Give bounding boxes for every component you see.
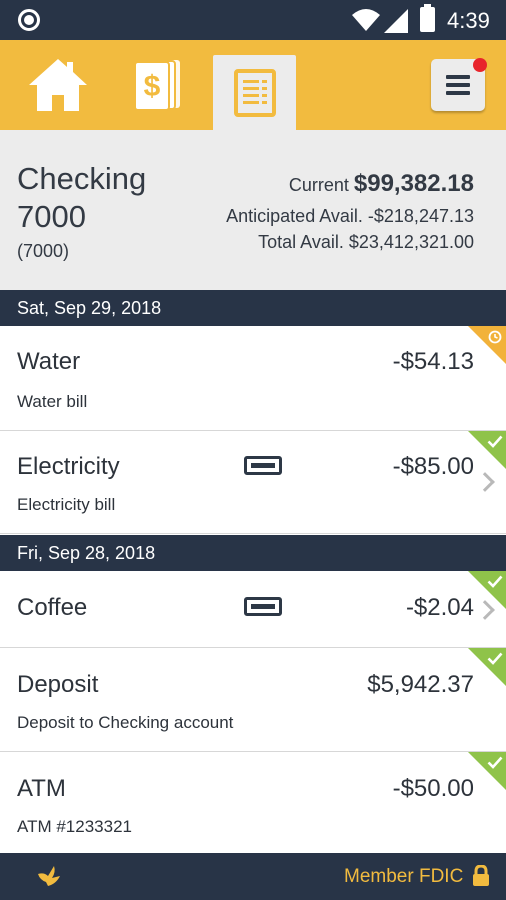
member-fdic-text: Member FDIC (344, 866, 464, 887)
top-nav: $ (0, 40, 506, 130)
battery-icon (420, 4, 435, 32)
checkmark-icon (487, 575, 503, 588)
wifi-icon (352, 9, 380, 31)
transaction-name: Electricity (17, 453, 120, 480)
hamburger-menu-icon (446, 75, 470, 79)
dollar-bill-icon: $ (134, 60, 180, 111)
transaction-row[interactable]: ATM -$50.00 ATM #1233321 (0, 752, 506, 853)
transaction-amount: -$2.04 (405, 594, 474, 621)
anticipated-balance: Anticipated Avail. -$218,247.13 (226, 206, 474, 226)
transaction-description: Water bill (17, 392, 88, 411)
tab-home[interactable] (18, 40, 98, 130)
footer: Member FDIC (0, 853, 506, 900)
checkmark-icon (487, 652, 503, 665)
clock: 4:39 (447, 8, 490, 33)
transaction-row[interactable]: Coffee -$2.04 (0, 571, 506, 648)
account-number: (7000) (17, 241, 70, 261)
tab-payments[interactable]: $ (118, 40, 198, 130)
transaction-description: ATM #1233321 (17, 817, 132, 836)
transaction-description: Deposit to Checking account (17, 713, 234, 732)
home-icon (29, 59, 87, 111)
card-icon (244, 456, 282, 475)
document-list-icon (233, 68, 276, 117)
transaction-amount: $5,942.37 (367, 671, 474, 698)
date-header: Fri, Sep 28, 2018 (0, 535, 506, 571)
transaction-name: Deposit (17, 671, 99, 698)
account-summary: Checking 7000 (7000) Current $99,382.18 … (0, 130, 506, 290)
clock-icon (488, 330, 502, 344)
transaction-description: Electricity bill (17, 495, 116, 514)
date-header: Sat, Sep 29, 2018 (0, 290, 506, 326)
current-balance-value: $99,382.18 (353, 170, 474, 197)
signal-icon (384, 9, 408, 33)
checkmark-icon (487, 435, 503, 448)
transaction-row[interactable]: Electricity -$85.00 Electricity bill (0, 431, 506, 534)
card-icon (244, 597, 282, 616)
tab-transactions[interactable] (213, 55, 296, 130)
transaction-name: ATM (17, 775, 66, 802)
total-balance: Total Avail. $23,412,321.00 (258, 232, 474, 252)
transaction-amount: -$50.00 (392, 775, 474, 802)
notification-dot-icon (18, 9, 40, 31)
transaction-row[interactable]: Water -$54.13 Water bill (0, 326, 506, 431)
transaction-name: Water (17, 348, 81, 375)
current-balance: Current $99,382.18 (289, 170, 474, 198)
checkmark-icon (487, 756, 503, 769)
status-bar: 4:39 (0, 0, 506, 40)
transaction-row[interactable]: Deposit $5,942.37 Deposit to Checking ac… (0, 648, 506, 752)
notification-badge (473, 58, 487, 72)
transaction-name: Coffee (17, 594, 88, 621)
transaction-amount: -$54.13 (392, 348, 474, 375)
bird-logo-icon (38, 866, 60, 886)
current-balance-label: Current (288, 175, 354, 195)
account-name: Checking 7000 (17, 161, 147, 234)
chevron-right-icon[interactable] (475, 472, 495, 492)
lock-icon (473, 865, 489, 886)
svg-text:$: $ (144, 70, 161, 103)
transaction-amount: -$85.00 (392, 453, 474, 480)
